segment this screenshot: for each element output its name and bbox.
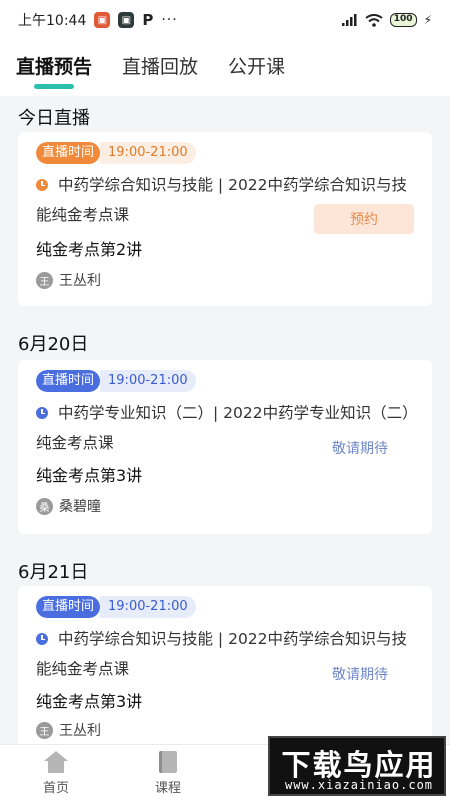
wifi-icon bbox=[365, 13, 383, 27]
clock-icon bbox=[36, 407, 48, 419]
time-tag-label: 直播时间 bbox=[36, 596, 101, 618]
app-notification-icon: ▣ bbox=[94, 12, 111, 28]
clock-icon bbox=[36, 633, 48, 645]
teacher-name: 桑碧曈 bbox=[59, 499, 101, 515]
section-title: 今日直播 bbox=[18, 108, 90, 129]
lesson-title: 纯金考点第2讲 bbox=[36, 240, 143, 259]
app-notification-icon-2: ▣ bbox=[118, 12, 135, 28]
tab-live-replay[interactable]: 直播回放 bbox=[122, 52, 198, 89]
lesson-title: 纯金考点第3讲 bbox=[36, 692, 143, 711]
teacher-name: 王丛利 bbox=[59, 723, 101, 739]
nav-home-label: 首页 bbox=[42, 781, 69, 796]
teacher-info: 王 王丛利 bbox=[36, 720, 101, 740]
p-notification-icon: P bbox=[142, 11, 154, 29]
time-tag-value: 19:00-21:00 bbox=[100, 370, 196, 392]
charging-icon: ⚡ bbox=[423, 13, 432, 27]
reserve-button[interactable]: 预约 bbox=[314, 204, 414, 234]
status-bar: 上午10:44 ▣ ▣ P ··· 100 ⚡ bbox=[0, 0, 450, 40]
nav-courses[interactable]: 课程 bbox=[138, 751, 198, 796]
time-tag-label: 直播时间 bbox=[36, 370, 101, 392]
tab-live-preview[interactable]: 直播预告 bbox=[16, 52, 92, 89]
coming-soon-label: 敬请期待 bbox=[332, 667, 388, 683]
live-time-tag: 直播时间 19:00-21:00 bbox=[36, 142, 196, 164]
watermark: 下载鸟应用 www.xiazainiao.com bbox=[268, 736, 446, 796]
live-card[interactable]: 直播时间 19:00-21:00 中药学专业知识（二）| 2022中药学专业知识… bbox=[18, 360, 432, 534]
live-card[interactable]: 直播时间 19:00-21:00 中药学综合知识与技能 | 2022中药学综合知… bbox=[18, 586, 432, 744]
coming-soon-label: 敬请期待 bbox=[332, 441, 388, 457]
teacher-avatar: 桑 bbox=[36, 497, 53, 515]
section-title: 6月21日 bbox=[18, 562, 89, 583]
signal-icon bbox=[341, 14, 357, 26]
live-card[interactable]: 直播时间 19:00-21:00 中药学综合知识与技能 | 2022中药学综合知… bbox=[18, 132, 432, 306]
teacher-info: 王 王丛利 bbox=[36, 270, 101, 290]
teacher-info: 桑 桑碧曈 bbox=[36, 496, 101, 516]
live-time-tag: 直播时间 19:00-21:00 bbox=[36, 370, 196, 392]
tab-bar: 直播预告 直播回放 公开课 bbox=[0, 40, 450, 96]
time-tag-label: 直播时间 bbox=[36, 142, 101, 164]
time-tag-value: 19:00-21:00 bbox=[100, 142, 196, 164]
nav-home[interactable]: 首页 bbox=[26, 751, 86, 796]
live-time-tag: 直播时间 19:00-21:00 bbox=[36, 596, 196, 618]
teacher-name: 王丛利 bbox=[59, 273, 101, 289]
time-tag-value: 19:00-21:00 bbox=[100, 596, 196, 618]
clock-icon bbox=[36, 179, 48, 191]
status-time: 上午10:44 bbox=[18, 13, 87, 29]
nav-courses-label: 课程 bbox=[154, 781, 181, 796]
book-icon bbox=[159, 751, 177, 773]
section-title: 6月20日 bbox=[18, 334, 89, 355]
lesson-title: 纯金考点第3讲 bbox=[36, 466, 143, 485]
tab-open-class[interactable]: 公开课 bbox=[228, 52, 285, 89]
live-list[interactable]: 今日直播 直播时间 19:00-21:00 中药学综合知识与技能 | 2022中… bbox=[0, 96, 450, 744]
watermark-url: www.xiazainiao.com bbox=[284, 778, 434, 792]
battery-icon: 100 bbox=[389, 13, 417, 27]
teacher-avatar: 王 bbox=[36, 271, 53, 289]
more-notifications-icon: ··· bbox=[161, 12, 178, 28]
teacher-avatar: 王 bbox=[36, 721, 53, 739]
home-icon bbox=[44, 751, 68, 773]
